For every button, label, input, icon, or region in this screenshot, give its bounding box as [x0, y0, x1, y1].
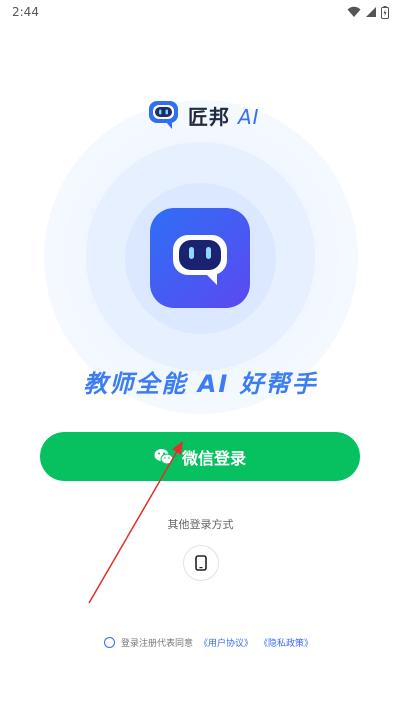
brand-name-text: 匠邦: [188, 104, 230, 129]
battery-icon: [381, 5, 389, 19]
agreement-checkbox[interactable]: [104, 637, 115, 648]
agreement-row: 登录注册代表同意 《用户协议》 《隐私政策》: [104, 636, 313, 649]
wechat-login-button[interactable]: 微信登录: [40, 432, 360, 481]
status-time: 2:44: [12, 5, 39, 19]
status-icons: [347, 5, 389, 19]
wifi-icon: [347, 6, 361, 17]
slogan: 教师全能 AI 好帮手: [83, 370, 318, 398]
brand-suffix: AI: [237, 104, 260, 129]
phone-login-button[interactable]: [183, 545, 219, 581]
agreement-text: 登录注册代表同意: [121, 639, 194, 649]
wechat-icon: [154, 448, 174, 464]
wechat-login-label: 微信登录: [181, 448, 246, 468]
privacy-policy-link[interactable]: 《隐私政策》: [259, 636, 313, 649]
robot-face-icon: [173, 235, 227, 285]
brand-header: 匠邦 AI: [148, 100, 260, 130]
robot-logo-icon: [149, 101, 178, 129]
other-login-methods-label: 其他登录方式: [167, 518, 234, 531]
brand-name: 匠邦 AI: [188, 101, 260, 130]
status-bar: 2:44: [0, 0, 401, 24]
user-agreement-link[interactable]: 《用户协议》: [199, 636, 253, 649]
signal-icon: [366, 7, 376, 17]
app-icon: [150, 208, 250, 308]
phone-icon: [195, 555, 207, 571]
